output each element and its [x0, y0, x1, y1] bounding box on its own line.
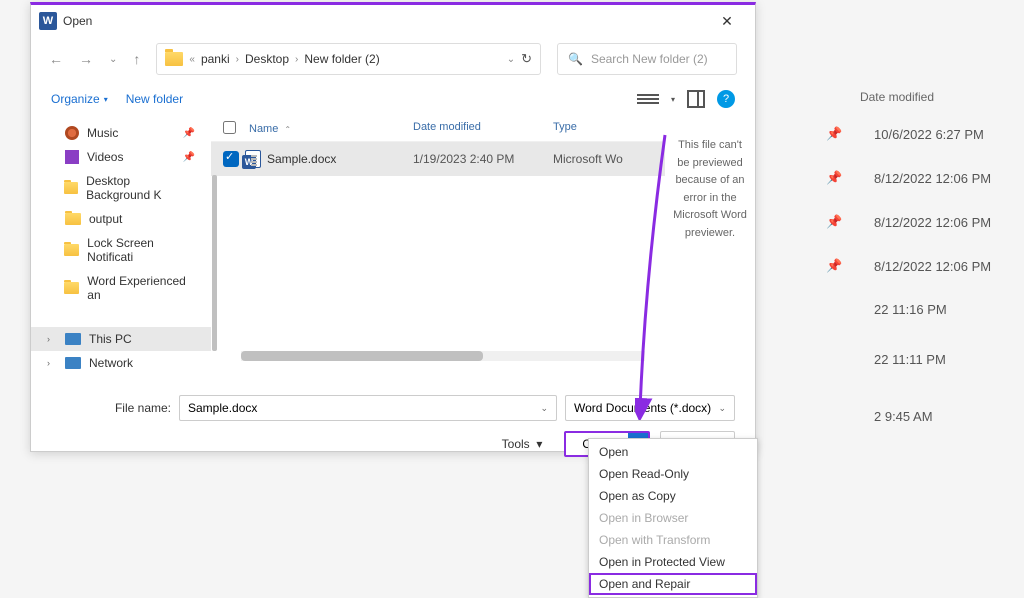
sidebar-item-folder[interactable]: Word Experienced an — [31, 269, 211, 307]
address-bar[interactable]: « panki › Desktop › New folder (2) ⌄ ↻ — [156, 43, 541, 75]
help-button[interactable]: ? — [717, 90, 735, 108]
folder-icon — [64, 182, 78, 194]
file-row[interactable]: Sample.docx 1/19/2023 2:40 PM Microsoft … — [211, 142, 665, 176]
sidebar-item-this-pc[interactable]: ›This PC — [31, 327, 211, 351]
select-all-checkbox[interactable] — [223, 121, 236, 134]
music-icon — [65, 126, 79, 140]
folder-icon — [65, 213, 81, 225]
filename-input[interactable]: Sample.docx⌄ — [179, 395, 557, 421]
preview-pane: This file can't be previewed because of … — [665, 117, 755, 385]
vertical-scrollbar[interactable] — [212, 175, 217, 351]
filename-label: File name: — [51, 401, 171, 415]
horizontal-scrollbar[interactable] — [241, 351, 645, 361]
chevron-down-icon[interactable]: ⌄ — [718, 403, 726, 414]
word-app-icon: W — [39, 12, 57, 30]
up-button[interactable]: ↑ — [133, 51, 140, 67]
organize-menu[interactable]: Organize▾ — [51, 92, 108, 106]
menu-item-open-readonly[interactable]: Open Read-Only — [589, 463, 757, 485]
sidebar-item-videos[interactable]: Videos📌 — [31, 145, 211, 169]
name-column[interactable]: Name⌃ — [249, 121, 413, 137]
open-dialog: W Open ✕ ← → ⌄ ↑ « panki › Desktop › New… — [30, 2, 756, 452]
pc-icon — [65, 333, 81, 345]
forward-button[interactable]: → — [79, 51, 93, 67]
video-icon — [65, 150, 79, 164]
pin-icon[interactable]: 📌 — [826, 258, 844, 274]
chevron-down-icon[interactable]: ⌄ — [540, 403, 548, 414]
search-icon: 🔍 — [568, 52, 583, 66]
menu-item-open-copy[interactable]: Open as Copy — [589, 485, 757, 507]
open-dropdown-menu: Open Open Read-Only Open as Copy Open in… — [588, 438, 758, 598]
filetype-select[interactable]: Word Documents (*.docx)⌄ — [565, 395, 735, 421]
menu-item-open-repair[interactable]: Open and Repair — [589, 573, 757, 595]
view-button[interactable] — [637, 90, 659, 108]
sidebar-item-folder[interactable]: Lock Screen Notificati — [31, 231, 211, 269]
titlebar: W Open ✕ — [31, 5, 755, 37]
navbar: ← → ⌄ ↑ « panki › Desktop › New folder (… — [31, 37, 755, 81]
folder-icon — [165, 52, 183, 66]
dialog-title: Open — [63, 14, 707, 28]
type-column[interactable]: Type — [553, 121, 653, 137]
path-dropdown[interactable]: ⌄ — [507, 54, 515, 65]
menu-item-open-browser: Open in Browser — [589, 507, 757, 529]
refresh-button[interactable]: ↻ — [521, 51, 532, 67]
sidebar-item-network[interactable]: ›Network — [31, 351, 211, 375]
row-checkbox[interactable] — [223, 151, 239, 167]
date-column[interactable]: Date modified — [413, 121, 553, 137]
folder-icon — [64, 244, 79, 256]
pin-icon[interactable]: 📌 — [826, 126, 844, 142]
word-doc-icon — [245, 150, 261, 168]
sidebar-item-folder[interactable]: output — [31, 207, 211, 231]
pin-icon[interactable]: 📌 — [826, 170, 844, 186]
menu-item-open-transform: Open with Transform — [589, 529, 757, 551]
expand-icon[interactable]: › — [47, 358, 57, 368]
sidebar: Music📌 Videos📌 Desktop Background K outp… — [31, 117, 211, 385]
search-input[interactable]: 🔍 Search New folder (2) — [557, 43, 737, 75]
pin-icon: 📌 — [183, 152, 195, 163]
menu-item-open-protected[interactable]: Open in Protected View — [589, 551, 757, 573]
expand-icon[interactable]: › — [47, 334, 57, 344]
file-list: Name⌃ Date modified Type Sample.docx 1/1… — [211, 117, 665, 385]
pin-icon: 📌 — [183, 128, 195, 139]
pin-icon[interactable]: 📌 — [826, 214, 844, 230]
folder-icon — [64, 282, 79, 294]
list-header: Name⌃ Date modified Type — [211, 117, 665, 142]
sidebar-item-music[interactable]: Music📌 — [31, 121, 211, 145]
close-button[interactable]: ✕ — [707, 13, 747, 30]
back-button[interactable]: ← — [49, 51, 63, 67]
new-folder-button[interactable]: New folder — [126, 92, 183, 106]
toolbar: Organize▾ New folder ▾ ? — [31, 81, 755, 117]
menu-item-open[interactable]: Open — [589, 441, 757, 463]
network-icon — [65, 357, 81, 369]
tools-menu[interactable]: Tools ▾ — [502, 437, 543, 451]
view-dropdown[interactable]: ▾ — [671, 95, 675, 104]
sidebar-item-folder[interactable]: Desktop Background K — [31, 169, 211, 207]
recent-dropdown[interactable]: ⌄ — [109, 54, 117, 65]
preview-toggle[interactable] — [687, 90, 705, 108]
